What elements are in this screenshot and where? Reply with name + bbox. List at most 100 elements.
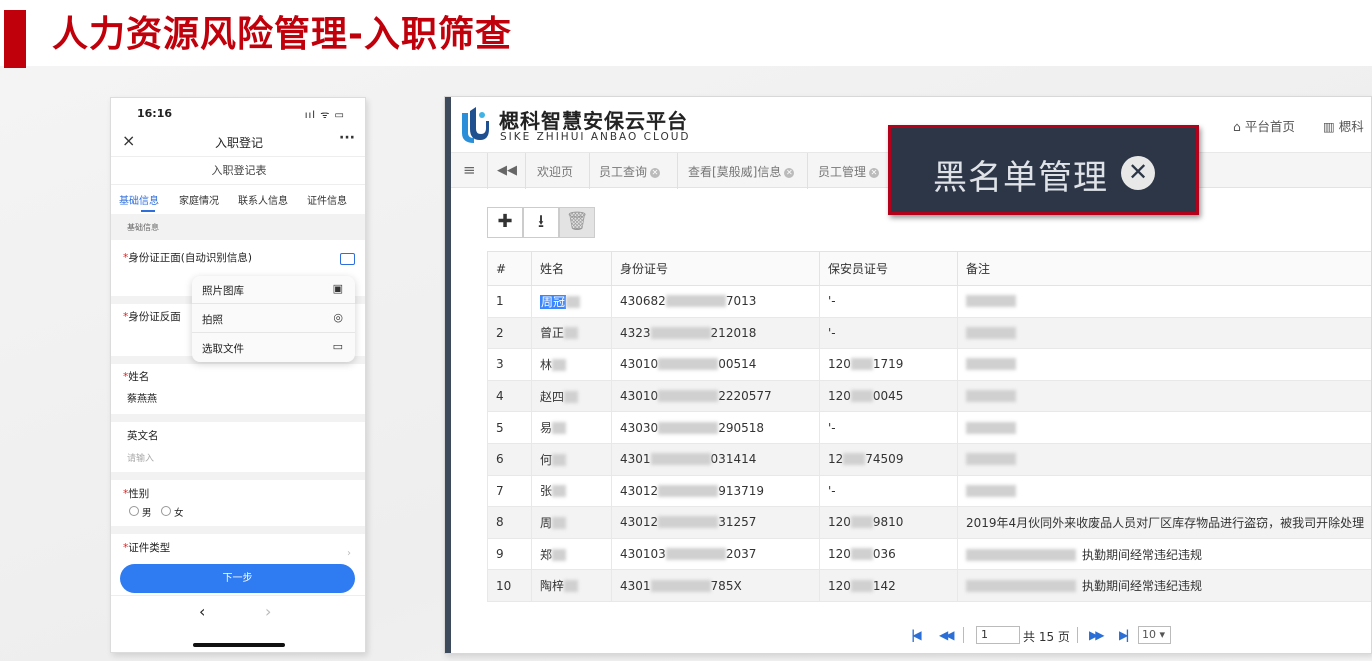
cell-index: 4 [487, 379, 532, 413]
redacted-block [850, 516, 873, 529]
cell-index: 1 [487, 285, 532, 318]
add-button[interactable]: ✚ [487, 207, 523, 238]
cell-guard-cert: 120 0045 [819, 379, 958, 413]
menu-item-photo-library[interactable]: 照片图库 ▣ [192, 276, 355, 304]
home-indicator [193, 643, 285, 647]
menu-item-choose-file[interactable]: 选取文件 ▭ [192, 334, 355, 362]
tab-employee-query[interactable]: 员工查询 ✕ [599, 163, 661, 180]
brand-name-en: SIKE ZHIHUI ANBAO CLOUD [500, 131, 691, 143]
cell-name: 林 [531, 348, 612, 381]
tab-family[interactable]: 家庭情况 [179, 192, 219, 207]
table-row[interactable]: 4 赵四 43010 2220577 120 0045 [487, 379, 1371, 413]
cell-name: 易 [531, 411, 612, 444]
redacted-block [665, 295, 726, 308]
forward-arrow-icon[interactable]: › [265, 602, 271, 621]
prev-page-icon[interactable]: ◀◀ [939, 628, 955, 642]
tab-basic-info[interactable]: 基础信息 [119, 192, 159, 207]
table-row[interactable]: 7 张 43012 913719 '- [487, 474, 1371, 508]
brand-name: 楒科智慧安保云平台 [499, 109, 688, 133]
redacted-block [564, 580, 579, 593]
blacklist-tab-callout[interactable]: 黑名单管理 ✕ [888, 125, 1199, 215]
divider [111, 595, 365, 596]
tab-separator [525, 153, 526, 189]
close-circle-icon[interactable]: ✕ [1121, 156, 1155, 190]
cell-remark [957, 411, 1371, 444]
table-row[interactable]: 2 曾正 4323 212018 '- [487, 316, 1371, 350]
active-tab-indicator [141, 210, 155, 212]
chevron-right-icon: › [347, 548, 351, 559]
cell-guard-cert: '- [819, 316, 958, 350]
table-row[interactable]: 10 陶梓 4301 785X 120 142 执勤期间经常违纪违规 [487, 569, 1371, 602]
cell-remark [957, 379, 1371, 413]
redacted-block [552, 516, 567, 529]
next-step-button[interactable]: 下一步 [120, 564, 355, 593]
cell-name: 曾正 [531, 316, 612, 350]
redacted-block [850, 390, 873, 403]
cell-id-number: 430682 7013 [611, 285, 820, 318]
trash-icon: 🗑 [565, 211, 589, 232]
menu-item-take-photo[interactable]: 拍照 ◎ [192, 305, 355, 333]
cell-guard-cert: 12 74509 [819, 442, 958, 476]
back-arrow-icon[interactable]: ‹ [199, 602, 205, 621]
menu-icon[interactable]: ≡ [463, 161, 476, 179]
cell-remark [957, 474, 1371, 508]
cell-index: 8 [487, 506, 532, 539]
last-page-icon[interactable]: ▶| [1119, 628, 1129, 642]
first-page-icon[interactable]: |◀ [911, 628, 921, 642]
tab-employee-management[interactable]: 员工管理 ✕ [818, 163, 880, 180]
cell-name: 何 [531, 442, 612, 476]
table-row[interactable]: 8 周 43012 31257 120 9810 2019年4月伙同外来收废品人员对厂区库存… [487, 506, 1371, 539]
page-number-input[interactable]: 1 [976, 626, 1020, 644]
divider [111, 526, 365, 534]
image-icon[interactable] [340, 253, 355, 265]
home-link[interactable]: ⌂ 平台首页 [1233, 116, 1295, 135]
cell-remark [957, 285, 1371, 318]
tab-view-info[interactable]: 查看[莫般威]信息 ✕ [688, 163, 795, 180]
col-header-guard-cert[interactable]: 保安员证号 [819, 251, 958, 286]
tab-contacts[interactable]: 联系人信息 [238, 192, 288, 207]
name-field[interactable]: 蔡燕燕 [127, 390, 157, 405]
col-header-index[interactable]: # [487, 251, 532, 286]
redacted-block [658, 484, 719, 497]
close-tab-icon[interactable]: ✕ [784, 168, 795, 178]
next-page-icon[interactable]: ▶▶ [1089, 628, 1105, 642]
redacted-block [650, 579, 711, 592]
delete-button[interactable]: 🗑 [559, 207, 595, 238]
page-size-select[interactable]: 10 ▾ [1138, 626, 1171, 644]
cell-id-number: 4301 031414 [611, 442, 820, 476]
cell-index: 9 [487, 537, 532, 571]
close-tab-icon[interactable]: ✕ [869, 168, 880, 178]
folder-icon: ▭ [332, 340, 343, 353]
tab-certificates[interactable]: 证件信息 [307, 192, 347, 207]
redacted-block [552, 453, 567, 466]
redacted-block [564, 327, 579, 340]
tab-welcome[interactable]: 欢迎页 [537, 163, 573, 180]
table-row[interactable]: 1 周冠 430682 7013 '- [487, 285, 1371, 318]
table-row[interactable]: 5 易 43030 290518 '- [487, 411, 1371, 444]
bank-icon: ▥ [1323, 119, 1339, 134]
gender-female-radio[interactable] [161, 506, 171, 516]
more-icon[interactable]: ··· [339, 130, 355, 146]
import-button[interactable]: ⭳ [523, 207, 559, 238]
english-name-input[interactable]: 请输入 [127, 451, 154, 464]
total-pages: 共 15 页 [1023, 630, 1070, 644]
table-row[interactable]: 9 郑 430103 2037 120 036 执勤期间经常违纪违规 [487, 537, 1371, 571]
org-link[interactable]: ▥ 楒科 [1323, 116, 1364, 135]
cell-id-number: 4301 785X [611, 569, 820, 602]
cell-guard-cert: '- [819, 411, 958, 444]
divider [111, 472, 365, 480]
cell-id-number: 43012 913719 [611, 474, 820, 508]
cell-index: 6 [487, 442, 532, 476]
table-row[interactable]: 6 何 4301 031414 12 74509 [487, 442, 1371, 476]
redacted-block [850, 358, 873, 371]
close-tab-icon[interactable]: ✕ [650, 168, 661, 178]
pager-separator [963, 627, 964, 643]
col-header-remark[interactable]: 备注 [957, 251, 1371, 286]
table-row[interactable]: 3 林 43010 00514 120 1719 [487, 348, 1371, 381]
col-header-name[interactable]: 姓名 [531, 251, 612, 286]
cell-id-number: 43012 31257 [611, 506, 820, 539]
col-header-id-number[interactable]: 身份证号 [611, 251, 820, 286]
field-label-cert-type: *证件类型 [123, 542, 171, 554]
tab-scroll-left-icon[interactable]: ◀◀ [497, 163, 517, 178]
gender-male-radio[interactable] [129, 506, 139, 516]
